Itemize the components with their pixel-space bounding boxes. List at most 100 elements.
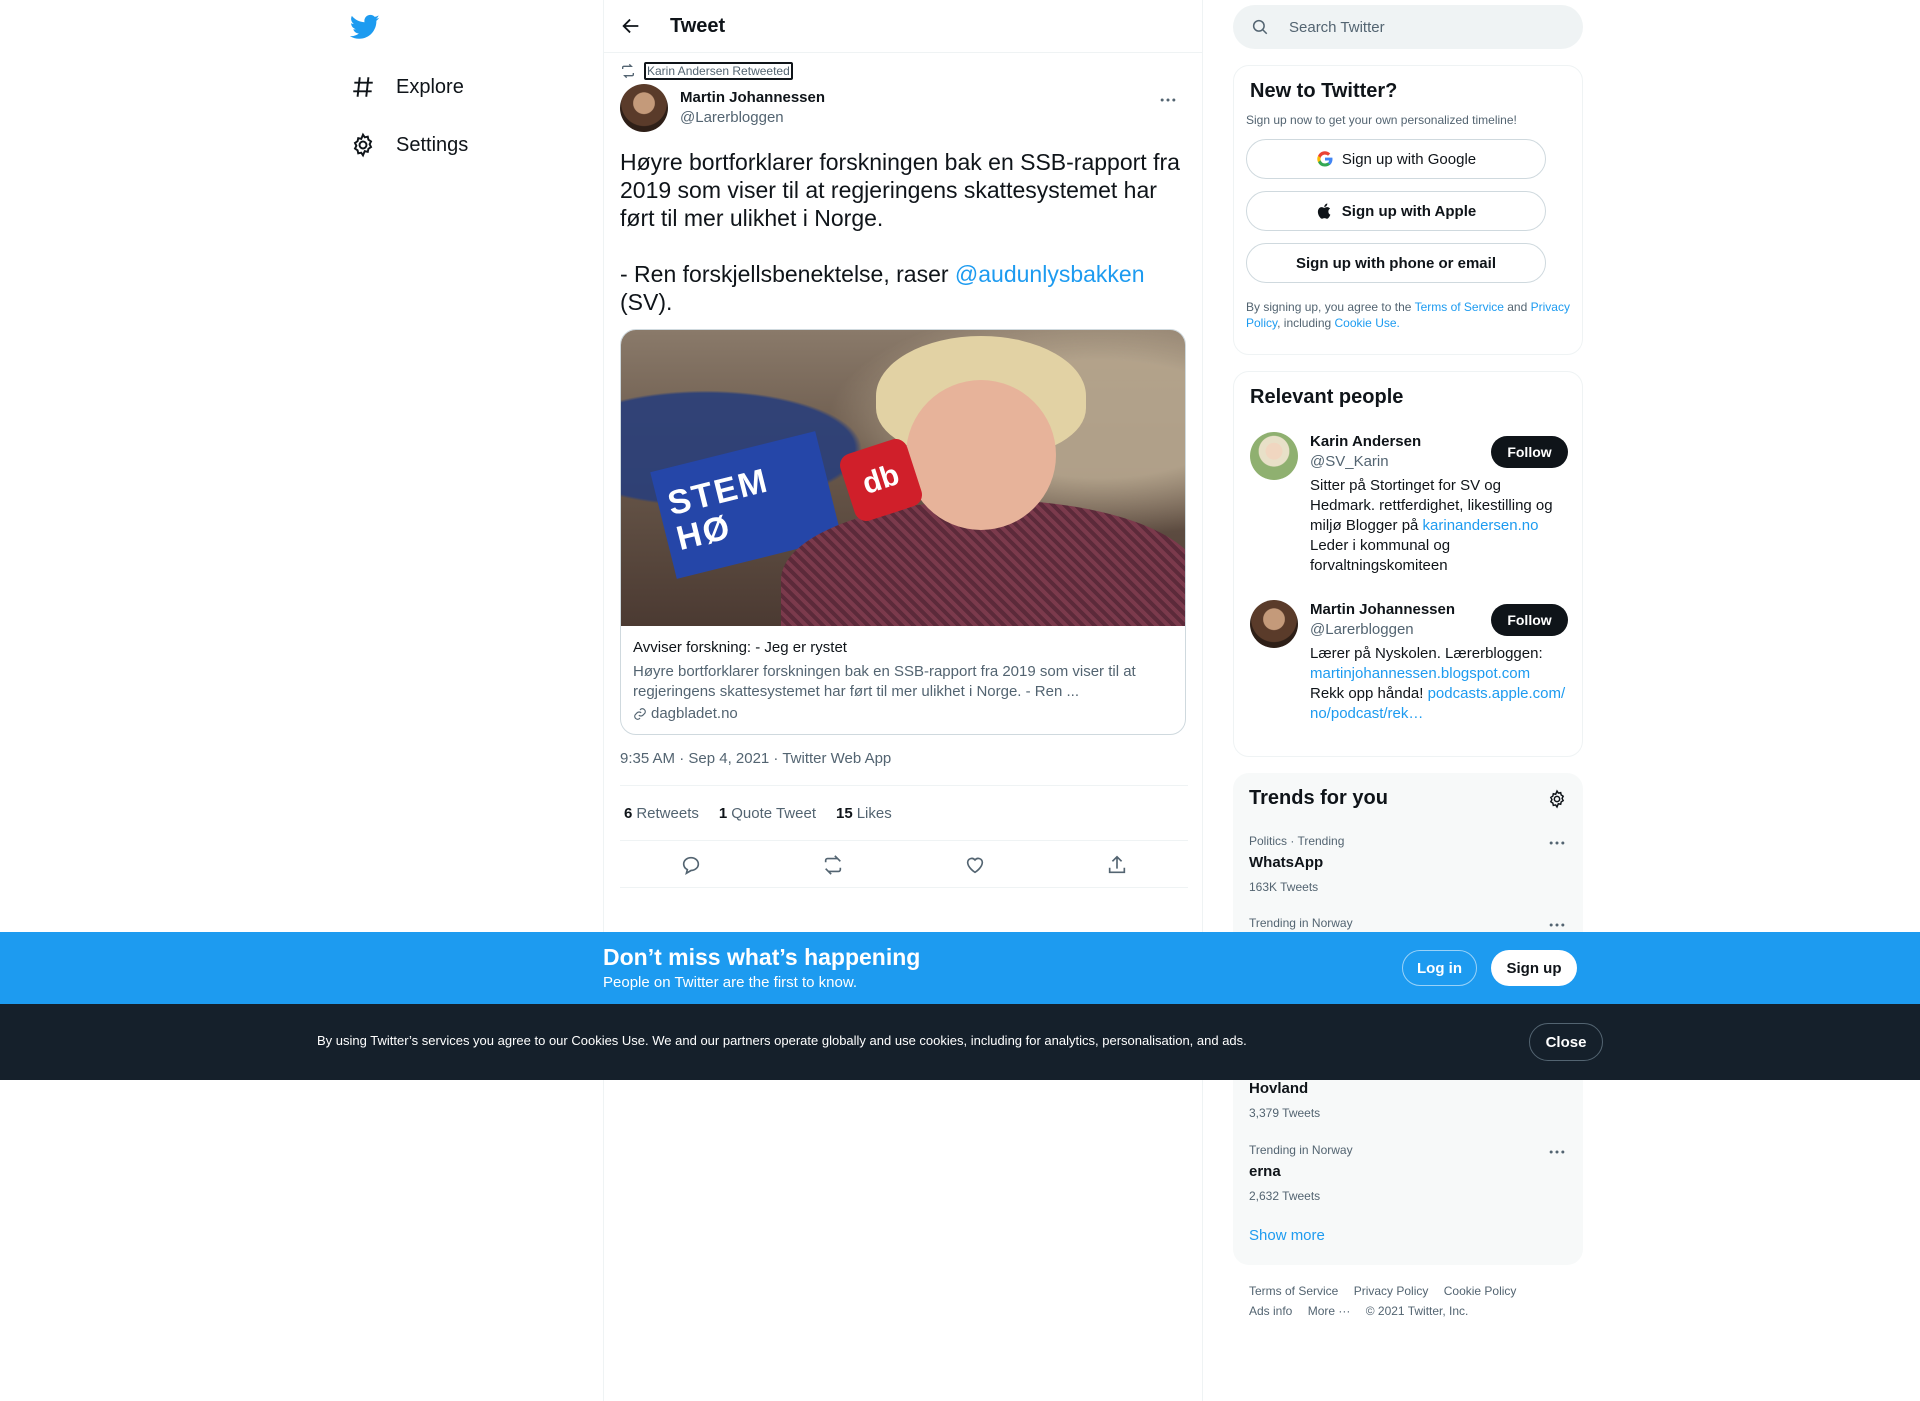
cookie-text: By using Twitter’s services you agree to…	[317, 1033, 1247, 1048]
signup-banner: Don’t miss what’s happening People on Tw…	[0, 932, 1920, 1004]
back-arrow-icon[interactable]	[620, 15, 642, 37]
bio-link[interactable]: karinandersen.no	[1423, 517, 1539, 534]
more-icon[interactable]	[1547, 833, 1567, 853]
tweet-text-span: - Ren forskjellsbenektelse, raser	[620, 261, 955, 287]
retweet-icon	[622, 63, 634, 79]
terms-link[interactable]: Terms of Service	[1415, 300, 1504, 314]
mention-link[interactable]: @audunlysbakken	[955, 261, 1145, 287]
footer-copyright: © 2021 Twitter, Inc.	[1365, 1304, 1469, 1318]
card-domain-text: dagbladet.no	[651, 705, 738, 722]
search-icon	[1252, 19, 1268, 35]
search-box[interactable]	[1233, 5, 1583, 49]
trend-count: 163K Tweets	[1249, 880, 1319, 894]
footer-ads-link[interactable]: Ads info	[1249, 1301, 1292, 1321]
card-title: Avviser forskning: - Jeg er rystet	[633, 639, 847, 656]
trend-name: erna	[1249, 1163, 1281, 1180]
tweet-stats: 6 Retweets 1 Quote Tweet 15 Likes	[620, 785, 1188, 841]
panel-title: Trends for you	[1249, 787, 1388, 809]
tweet-text-span: (SV).	[620, 289, 673, 315]
trend-item[interactable]: Politics · Trending WhatsApp 163K Tweets	[1249, 833, 1567, 895]
panel-subtitle: Sign up now to get your own personalized…	[1246, 113, 1517, 127]
gear-icon	[353, 132, 373, 158]
signup-google-button[interactable]: Sign up with Google	[1246, 139, 1546, 179]
signup-phone-label: Sign up with phone or email	[1295, 254, 1496, 272]
more-icon[interactable]	[1547, 1142, 1567, 1162]
tweet-text: Høyre bortforklarer forskningen bak en S…	[620, 148, 1188, 316]
search-input[interactable]	[1289, 18, 1549, 36]
card-domain: dagbladet.no	[633, 704, 1173, 724]
person-bio: Sitter på Stortinget for SV og Hedmark. …	[1310, 477, 1553, 574]
signup-phone-button[interactable]: Sign up with phone or email	[1246, 243, 1546, 283]
card-description: Høyre bortforklarer forskningen bak en S…	[633, 663, 1136, 700]
signup-apple-label: Sign up with Apple	[1341, 202, 1477, 220]
link-card[interactable]: STEM HØ db Avviser forskning: - Jeg er r…	[620, 329, 1186, 735]
trend-name: Hovland	[1249, 1080, 1309, 1097]
footer-cookie-link[interactable]: Cookie Policy	[1444, 1281, 1517, 1301]
link-icon	[634, 708, 646, 720]
retweets-stat[interactable]: 6 Retweets	[624, 805, 699, 822]
nav-item-settings[interactable]: Settings	[350, 120, 468, 170]
card-image: STEM HØ db	[621, 330, 1185, 626]
follow-button[interactable]: Follow	[1491, 604, 1568, 636]
trend-item[interactable]: Trending in Norway erna 2,632 Tweets	[1249, 1142, 1567, 1204]
share-icon[interactable]	[1106, 854, 1128, 876]
nav-item-label: Explore	[396, 75, 464, 98]
trend-name: WhatsApp	[1249, 854, 1324, 871]
avatar[interactable]	[1250, 432, 1298, 480]
avatar[interactable]	[620, 84, 668, 132]
show-more-link[interactable]: Show more	[1249, 1227, 1325, 1244]
signup-button[interactable]: Sign up	[1491, 950, 1577, 986]
close-button[interactable]: Close	[1529, 1023, 1603, 1061]
tweet-timestamp[interactable]: 9:35 AM · Sep 4, 2021 · Twitter Web App	[620, 750, 891, 767]
cookie-link[interactable]: Cookie Use.	[1335, 316, 1400, 330]
footer-more-link[interactable]: More ···	[1308, 1301, 1351, 1321]
trend-item[interactable]: Hovland 3,379 Tweets	[1249, 1075, 1567, 1121]
likes-stat[interactable]: 15 Likes	[836, 805, 892, 822]
footer-links: Terms of Service Privacy Policy Cookie P…	[1249, 1281, 1569, 1321]
bio-link[interactable]: martinjohannessen.blogspot.com	[1310, 665, 1530, 682]
hashtag-icon	[353, 77, 373, 97]
trend-meta: Trending in Norway	[1249, 1143, 1353, 1157]
reply-icon[interactable]	[680, 854, 702, 876]
main-column: Tweet Karin Andersen Retweeted Martin Jo…	[603, 0, 1203, 1401]
login-button[interactable]: Log in	[1402, 950, 1477, 986]
nav-item-label: Settings	[396, 133, 469, 156]
relevant-people-panel: Relevant people Karin Andersen @SV_Karin…	[1233, 371, 1583, 757]
google-icon	[1317, 151, 1333, 167]
tweet-author: Martin Johannessen @Larerbloggen	[620, 84, 1188, 132]
follow-button[interactable]: Follow	[1491, 436, 1568, 468]
panel-title: New to Twitter?	[1250, 80, 1398, 102]
trend-count: 3,379 Tweets	[1249, 1106, 1321, 1120]
retweet-action-icon[interactable]	[822, 854, 844, 876]
cookie-banner: By using Twitter’s services you agree to…	[0, 1004, 1920, 1080]
tweet-paragraph: - Ren forskjellsbenektelse, raser @audun…	[620, 260, 1188, 316]
quote-tweets-stat[interactable]: 1 Quote Tweet	[719, 805, 816, 822]
page-title: Tweet	[670, 14, 726, 37]
trend-meta: Trending in Norway	[1249, 916, 1353, 930]
trend-count: 2,632 Tweets	[1249, 1189, 1321, 1203]
new-to-twitter-panel: New to Twitter? Sign up now to get your …	[1233, 65, 1583, 355]
page-header: Tweet	[604, 0, 1202, 53]
nav-item-explore[interactable]: Explore	[350, 62, 464, 112]
twitter-logo-icon[interactable]	[350, 12, 380, 42]
signup-apple-button[interactable]: Sign up with Apple	[1246, 191, 1546, 231]
retweet-context: Karin Andersen Retweeted	[620, 62, 793, 80]
retweeted-by-link[interactable]: Karin Andersen Retweeted	[644, 62, 793, 80]
panel-title: Relevant people	[1250, 386, 1404, 408]
gear-icon[interactable]	[1547, 789, 1567, 809]
tweet-actions	[620, 842, 1188, 888]
avatar[interactable]	[1250, 600, 1298, 648]
trend-meta: Politics · Trending	[1249, 834, 1345, 848]
footer-terms-link[interactable]: Terms of Service	[1249, 1281, 1338, 1301]
banner-title: Don’t miss what’s happening	[603, 944, 921, 970]
author-handle[interactable]: @Larerbloggen	[680, 108, 825, 128]
banner-subtitle: People on Twitter are the first to know.	[603, 974, 858, 991]
apple-icon	[1317, 203, 1331, 219]
signup-legal-text: By signing up, you agree to the Terms of…	[1246, 300, 1570, 330]
like-icon[interactable]	[964, 854, 986, 876]
person-bio: Lærer på Nyskolen. Lærerbloggen: martinj…	[1310, 645, 1566, 722]
tweet-paragraph: Høyre bortforklarer forskningen bak en S…	[620, 149, 1180, 231]
more-icon[interactable]	[1158, 90, 1178, 110]
author-name[interactable]: Martin Johannessen	[680, 88, 825, 108]
footer-privacy-link[interactable]: Privacy Policy	[1354, 1281, 1429, 1301]
